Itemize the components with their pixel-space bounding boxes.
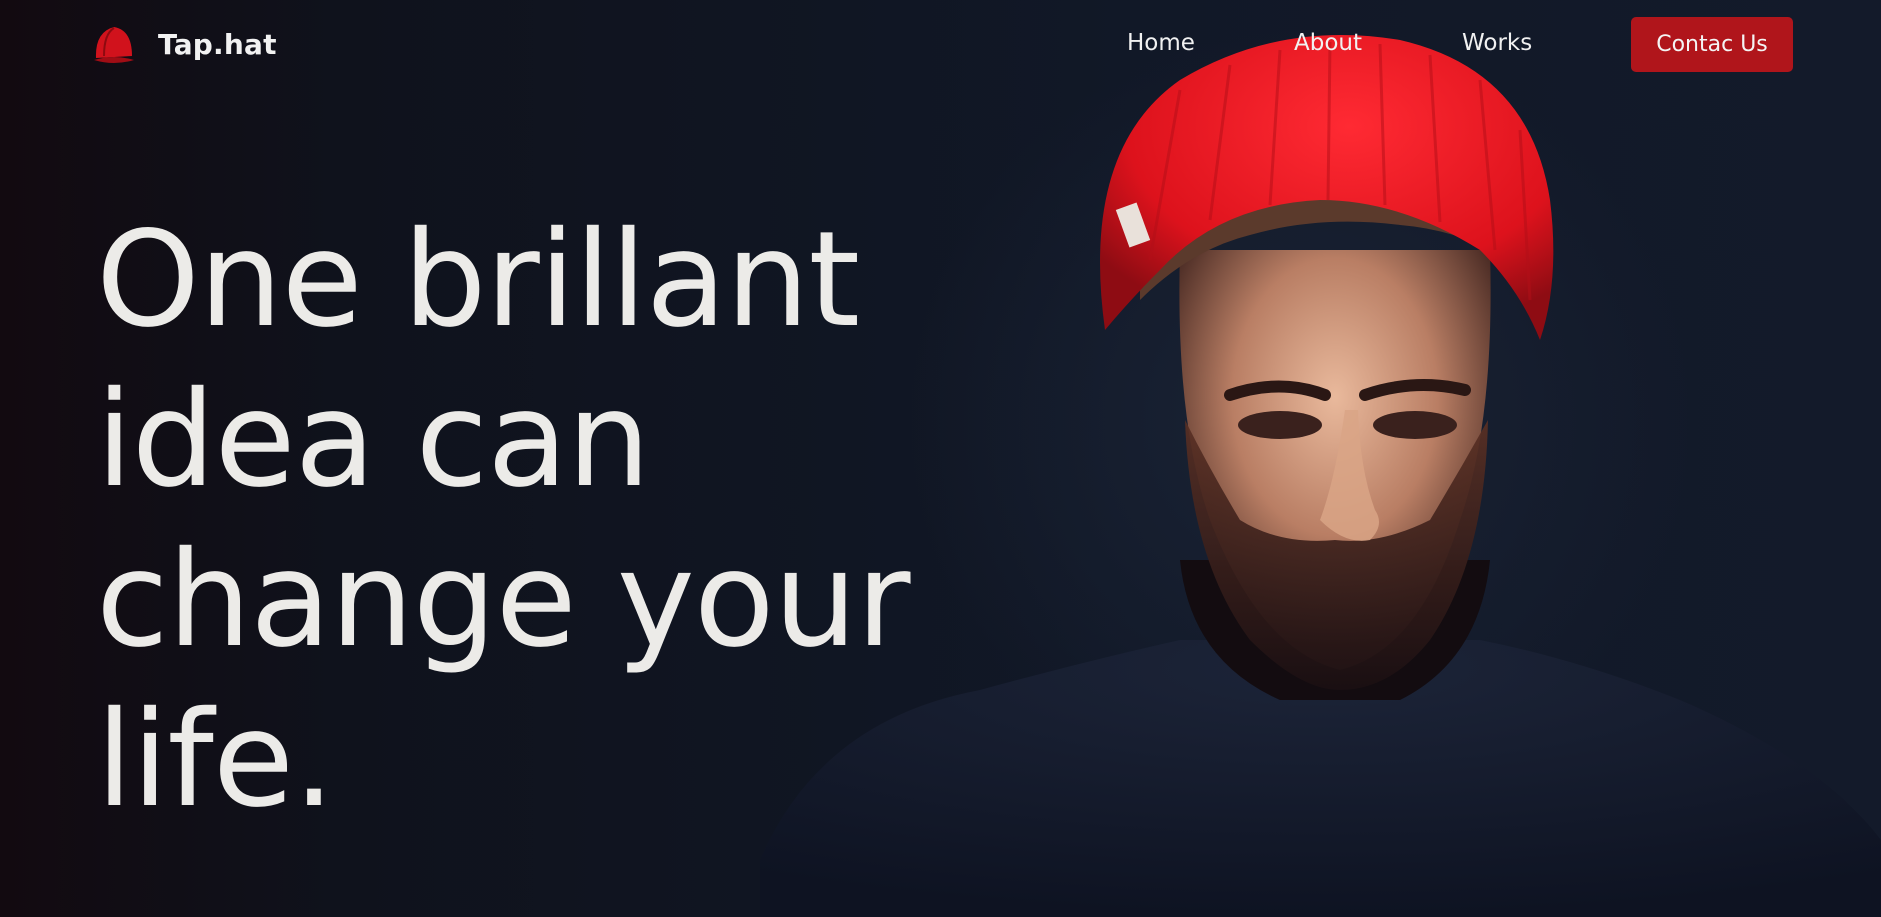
top-navbar: Tap.hat Home About Works Contac Us [0,0,1881,92]
brand[interactable]: Tap.hat [92,22,277,66]
contact-us-button[interactable]: Contac Us [1631,17,1793,72]
headline-line: One brillant [96,203,860,357]
red-cap-icon [94,27,134,63]
headline-line: change your [96,523,911,677]
headline-line: idea can [96,363,651,517]
brand-name: Tap.hat [158,27,277,61]
nav-link-works[interactable]: Works [1462,30,1532,56]
nav-link-about[interactable]: About [1294,30,1362,56]
nav-link-home[interactable]: Home [1127,30,1195,56]
headline-line: life. [96,683,335,837]
hero-headline: One brillant idea can change your life. [96,200,1056,840]
hero-section: Tap.hat Home About Works Contac Us One b… [0,0,1881,917]
